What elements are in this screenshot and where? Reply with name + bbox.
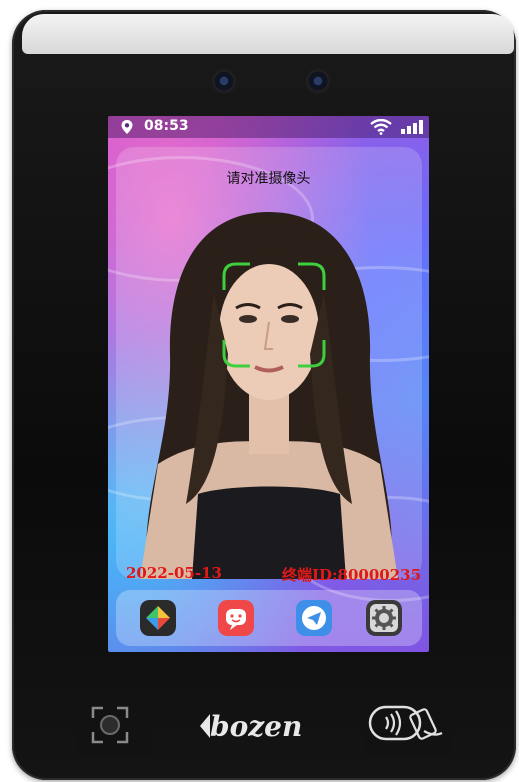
display-screen: 08:53 请对准摄像头 2022-05-13 终端ID:80000235 <box>108 116 429 652</box>
nfc-contactless-icon <box>368 705 443 741</box>
settings-gear-icon[interactable] <box>366 600 402 636</box>
camera-preview <box>140 212 398 579</box>
left-camera-lens <box>213 70 235 92</box>
app-dock <box>116 590 422 646</box>
svg-text:bozen: bozen <box>210 710 302 743</box>
brand-logo: bozen <box>200 710 302 743</box>
overlay-date: 2022-05-13 <box>126 564 222 582</box>
overlay-device-id: 终端ID:80000235 <box>282 566 422 584</box>
paper-plane-app-icon[interactable] <box>296 600 332 636</box>
face-detection-frame <box>222 262 326 368</box>
location-pin-icon <box>121 120 133 134</box>
align-camera-prompt: 请对准摄像头 <box>226 171 311 187</box>
status-time: 08:53 <box>144 118 189 134</box>
status-bar: 08:53 <box>108 116 429 138</box>
right-camera-lens <box>307 70 329 92</box>
wifi-icon <box>370 119 392 135</box>
signal-bars-icon <box>401 120 423 134</box>
gallery-app-icon[interactable] <box>140 600 176 636</box>
device-top-cap <box>22 14 514 54</box>
chat-app-icon[interactable] <box>218 600 254 636</box>
qr-scan-icon <box>91 706 129 744</box>
